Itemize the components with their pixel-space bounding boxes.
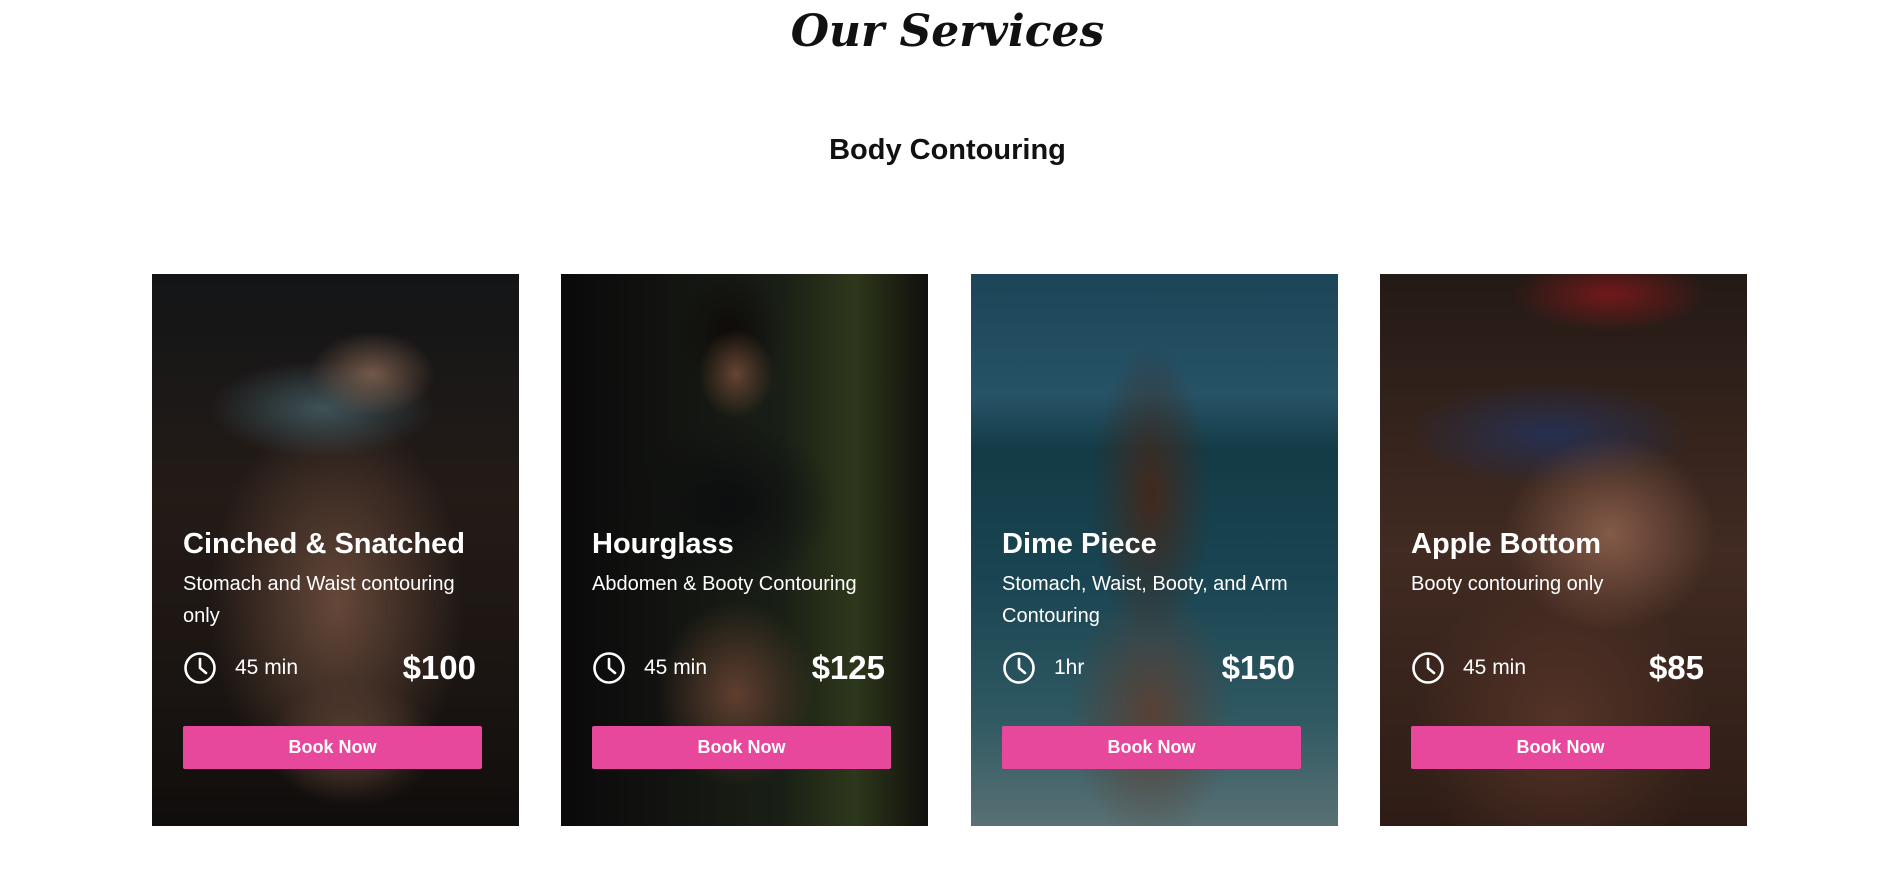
service-card-apple-bottom: Apple Bottom Booty contouring only 45 mi… [1380,274,1747,826]
service-description: Stomach and Waist contouring only [183,573,455,627]
service-duration: 45 min [1463,656,1527,679]
service-price: $125 [811,649,885,686]
book-now-button[interactable]: Book Now [1411,726,1710,769]
service-card-hourglass: Hourglass Abdomen & Booty Contouring 45 … [561,274,928,826]
service-price: $150 [1221,649,1295,686]
book-now-button[interactable]: Book Now [1002,726,1301,769]
service-duration: 45 min [235,656,299,679]
service-meta: 45 min $100 [183,648,482,688]
service-meta: 45 min $125 [592,648,891,688]
service-meta: 45 min $85 [1411,648,1710,688]
service-title: Apple Bottom [1411,528,1602,560]
clock-icon [593,652,625,684]
service-description: Booty contouring only [1411,573,1604,595]
service-price: $100 [402,649,476,686]
service-title: Hourglass [592,528,734,560]
service-duration: 1hr [1054,656,1085,679]
service-meta: 1hr $150 [1002,648,1301,688]
clock-icon [1003,652,1035,684]
service-title: Cinched & Snatched [183,528,465,560]
service-duration: 45 min [644,656,708,679]
services-grid: Cinched & Snatched Stomach and Waist con… [152,274,1748,826]
book-now-button[interactable]: Book Now [183,726,482,769]
service-description: Stomach, Waist, Booty, and Arm Contourin… [1002,573,1288,627]
service-card-dime-piece: Dime Piece Stomach, Waist, Booty, and Ar… [971,274,1338,826]
service-price: $85 [1648,649,1704,686]
page-title: Our Services [790,6,1105,57]
clock-icon [184,652,216,684]
service-description: Abdomen & Booty Contouring [592,573,857,595]
section-subtitle: Body Contouring [829,134,1066,166]
book-now-button[interactable]: Book Now [592,726,891,769]
service-title: Dime Piece [1002,528,1157,560]
service-card-cinched-snatched: Cinched & Snatched Stomach and Waist con… [152,274,519,826]
clock-icon [1412,652,1444,684]
